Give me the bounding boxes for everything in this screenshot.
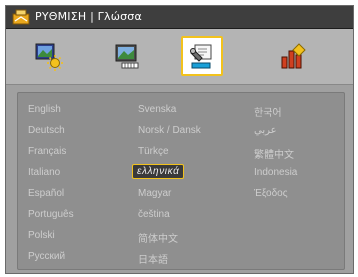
tab-setup[interactable]	[181, 36, 223, 76]
language-list-panel: English Deutsch Français Italiano Españo…	[17, 92, 345, 270]
language-option-polski[interactable]: Polski	[28, 230, 55, 241]
language-option-deutsch[interactable]: Deutsch	[28, 125, 65, 136]
language-option-korean[interactable]: 한국어	[254, 104, 282, 119]
language-option-svenska[interactable]: Svenska	[138, 104, 176, 115]
title-bar: ΡΥΘΜΙΣΗ | Γλώσσα	[6, 6, 353, 29]
language-option-italiano[interactable]: Italiano	[28, 167, 60, 178]
osd-menu-window: ΡΥΘΜΙΣΗ | Γλώσσα English Deutsch Françai…	[5, 5, 354, 274]
language-option-francais[interactable]: Français	[28, 146, 66, 157]
language-option-turkce[interactable]: Türkçe	[138, 146, 169, 157]
language-option-japanese[interactable]: 日本語	[138, 251, 168, 266]
language-option-simplified-chinese[interactable]: 简体中文	[138, 230, 178, 245]
exit-option[interactable]: Έξοδος	[254, 188, 288, 199]
language-option-norsk-dansk[interactable]: Norsk / Dansk	[138, 125, 201, 136]
language-option-espanol[interactable]: Español	[28, 188, 64, 199]
language-option-english[interactable]: English	[28, 104, 61, 115]
language-option-indonesia[interactable]: Indonesia	[254, 167, 297, 178]
language-option-arabic[interactable]: عربي	[254, 125, 277, 136]
options-settings-icon	[281, 43, 306, 69]
language-option-greek-selected[interactable]: ελληνικά	[132, 164, 185, 179]
language-option-russian[interactable]: Русский	[28, 251, 65, 262]
setup-menu-icon	[12, 9, 30, 25]
language-option-portugues[interactable]: Português	[28, 209, 74, 220]
display-settings-icon	[115, 44, 139, 69]
image-settings-icon	[35, 43, 63, 71]
menu-tab-bar	[6, 29, 353, 85]
tab-image[interactable]	[27, 36, 69, 76]
language-option-cestina[interactable]: čeština	[138, 209, 170, 220]
page-title: ΡΥΘΜΙΣΗ | Γλώσσα	[35, 10, 142, 23]
tab-display[interactable]	[106, 36, 148, 76]
language-option-traditional-chinese[interactable]: 繁體中文	[254, 146, 294, 161]
language-option-magyar[interactable]: Magyar	[138, 188, 171, 199]
tab-options[interactable]	[272, 36, 314, 76]
setup-settings-icon	[190, 44, 212, 69]
